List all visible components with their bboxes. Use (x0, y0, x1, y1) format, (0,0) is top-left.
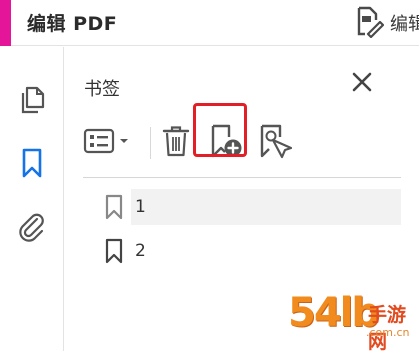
bookmark-label-wrap: 1 (131, 189, 401, 225)
page-title: 编辑 PDF (27, 13, 118, 35)
app-header: 编辑 PDF 编辑 (0, 0, 419, 46)
accent-bar (0, 0, 11, 46)
edit-button[interactable]: 编辑 (350, 3, 419, 43)
edit-doc-icon (350, 4, 385, 42)
attachment-icon (17, 211, 47, 247)
close-button[interactable] (347, 69, 377, 99)
options-dropdown-button[interactable] (83, 123, 133, 163)
rail-bookmarks-button[interactable] (14, 147, 50, 183)
add-bookmark-highlight (193, 103, 247, 157)
bookmark-properties-button[interactable] (257, 123, 293, 163)
bookmark-item[interactable]: 1 (101, 189, 401, 225)
left-rail (0, 47, 64, 351)
bookmark-label-wrap: 2 (131, 233, 401, 269)
watermark-logo: 54lb (288, 290, 380, 336)
rail-pages-button[interactable] (14, 83, 50, 119)
bookmark-label: 2 (135, 241, 146, 261)
bookmark-list: 1 2 (101, 189, 401, 277)
panel-title: 书签 (84, 79, 120, 100)
list-options-icon (83, 126, 133, 160)
delete-bookmark-button[interactable] (159, 123, 193, 163)
bookmark-label: 1 (135, 197, 146, 217)
bookmark-icon (19, 147, 45, 183)
watermark: 54lb 手游网 .com.cn (288, 290, 419, 351)
pages-icon (17, 84, 47, 118)
close-icon (351, 71, 373, 97)
panel-divider (83, 177, 401, 178)
bookmark-icon (101, 192, 127, 222)
bookmark-icon (101, 236, 127, 266)
bookmark-item[interactable]: 2 (101, 233, 401, 269)
toolbar-separator (150, 127, 151, 159)
bookmark-tag-icon (258, 123, 293, 163)
watermark-url: .com.cn (366, 326, 410, 339)
rail-attachments-button[interactable] (14, 211, 50, 247)
trash-icon (161, 124, 191, 162)
edit-label: 编辑 (390, 14, 419, 35)
